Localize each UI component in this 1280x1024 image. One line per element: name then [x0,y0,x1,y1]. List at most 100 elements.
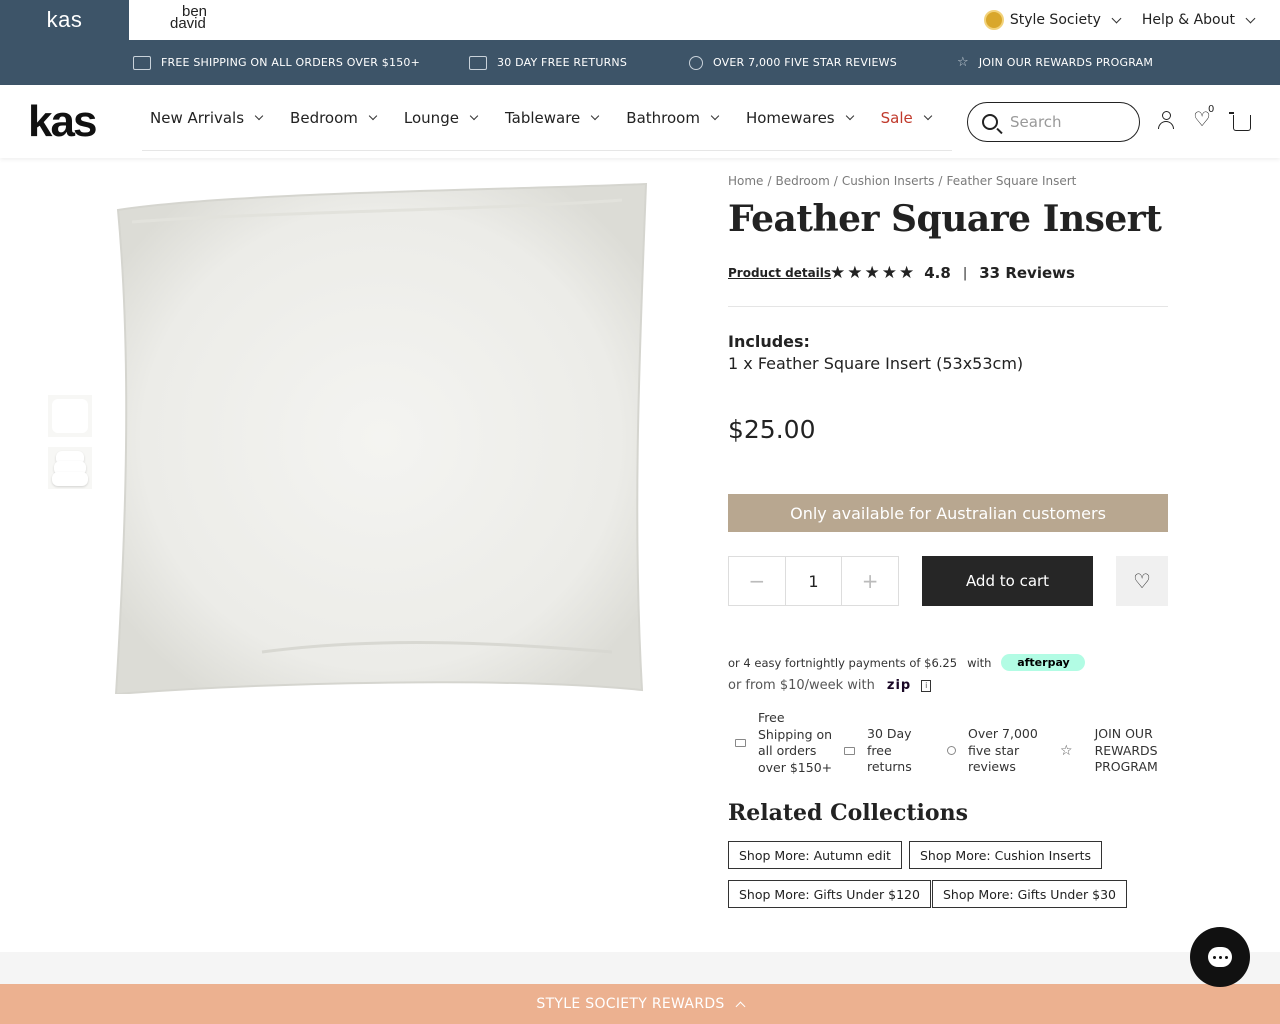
chevron-down-icon [923,111,932,120]
related-tag[interactable]: Shop More: Gifts Under $30 [932,880,1127,908]
zip-text: or from $10/week with [728,678,875,693]
usp-label: JOIN OUR REWARDS PROGRAM [978,56,1154,69]
style-society-rewards-bar[interactable]: STYLE SOCIETY REWARDS [0,984,1280,1024]
box-icon [469,55,487,70]
breadcrumb-separator: / [767,174,772,188]
cart-icon[interactable] [1229,112,1251,131]
chevron-down-icon [1111,13,1122,23]
breadcrumb-home[interactable]: Home [728,174,763,188]
breadcrumb-bedroom[interactable]: Bedroom [775,174,829,188]
related-collections-heading: Related Collections [728,800,968,826]
thumbnail-1[interactable] [48,395,92,437]
afterpay-text: or 4 easy fortnightly payments of $6.25 [728,655,958,670]
reviews-count[interactable]: 33 Reviews [979,264,1075,282]
usp-reviews[interactable]: OVER 7,000 FIVE STAR REVIEWS [689,40,897,85]
usp-free-returns[interactable]: 30 DAY FREE RETURNS [469,40,627,85]
mini-usp-label: Free Shipping on all orders over $150+ [758,710,833,775]
includes-text: 1 x Feather Square Insert (53x53cm) [728,354,1024,373]
nav-homewares[interactable]: Homewares [738,109,861,127]
nav-lounge[interactable]: Lounge [396,109,485,127]
rating-value: 4.8 [924,264,951,282]
product-title: Feather Square Insert [728,198,1162,240]
search-icon[interactable] [982,114,998,130]
star-icon: ★ [847,263,863,283]
footer-strip [0,952,1280,984]
add-to-cart-button[interactable]: Add to cart [922,556,1093,606]
thumbnail-2[interactable] [48,447,92,489]
pillow-image [114,182,648,694]
wishlist-count: 0 [1208,104,1215,115]
nav-label: Lounge [403,108,459,127]
includes-heading: Includes: [728,332,810,351]
breadcrumb-cushion-inserts[interactable]: Cushion Inserts [842,174,935,188]
nav-bedroom[interactable]: Bedroom [282,109,384,127]
mini-usp-shipping: Free Shipping on all orders over $150+ [735,710,835,776]
search-input[interactable] [1010,113,1120,131]
chevron-down-icon [845,111,854,120]
nav-label: Bathroom [626,108,700,127]
chevron-up-icon [735,1001,746,1011]
usp-label: OVER 7,000 FIVE STAR REVIEWS [713,56,897,69]
mini-usp-rewards: ☆ JOIN OUR REWARDS PROGRAM [1060,726,1168,776]
nav-label: Bedroom [290,108,358,127]
afterpay-info: or 4 easy fortnightly payments of $6.25 … [728,654,1086,671]
nav-sale[interactable]: Sale [873,109,939,127]
help-about-link[interactable]: Help & About [1142,12,1256,28]
product-details-link[interactable]: Product details [728,266,831,280]
related-tag[interactable]: Shop More: Autumn edit [728,841,902,869]
usp-rewards[interactable]: ☆ JOIN OUR REWARDS PROGRAM [957,40,1153,85]
afterpay-logo[interactable]: afterpay [1001,654,1086,671]
afterpay-with: with [967,655,992,670]
chevron-down-icon [469,111,479,120]
style-society-link[interactable]: Style Society [983,10,1122,30]
nav-label: New Arrivals [150,108,245,127]
chevron-down-icon [1245,13,1256,23]
add-to-wishlist-button[interactable]: ♡ [1116,556,1168,606]
style-society-badge-icon [983,10,1004,30]
main-nav: New Arrivals Bedroom Lounge Tableware Ba… [142,85,952,151]
rating-separator: | [962,265,968,281]
star-icon: ☆ [957,55,969,70]
nav-label: Homewares [745,108,835,127]
star-icon: ☆ [1060,742,1073,759]
usp-strip: FREE SHIPPING ON ALL ORDERS OVER $150+ 3… [0,40,1280,85]
rating-summary[interactable]: ★ ★ ★ ★ ★ 4.8 | 33 Reviews [830,263,1075,283]
product-main-image[interactable] [112,182,648,694]
star-icon: ★ [864,263,880,283]
kas-logo[interactable]: kas [28,100,97,144]
nav-tableware[interactable]: Tableware [497,109,606,127]
ben-david-brand-tab[interactable]: ben david [170,4,220,34]
related-tag[interactable]: Shop More: Cushion Inserts [909,841,1103,869]
mini-usp-reviews: Over 7,000 five star reviews [947,726,1047,776]
star-icon: ★ [899,263,915,283]
star-icon: ★ [881,263,897,283]
top-utility-links: Style Society Help & About [983,0,1256,40]
info-icon[interactable]: i [921,679,932,692]
nav-new-arrivals[interactable]: New Arrivals [142,109,270,127]
nav-label: Tableware [504,108,581,127]
decrease-quantity-button[interactable]: − [729,557,785,605]
chat-button[interactable] [1190,927,1250,987]
chevron-down-icon [591,111,600,120]
heart-icon: ♡ [1133,569,1151,593]
box-icon [844,746,855,755]
ben-david-logo-line2: david [170,15,206,32]
style-society-label: Style Society [1009,12,1101,28]
quantity-value[interactable]: 1 [784,557,843,605]
nav-bathroom[interactable]: Bathroom [618,109,726,127]
award-icon [947,746,956,756]
increase-quantity-button[interactable]: + [842,557,898,605]
related-tag[interactable]: Shop More: Gifts Under $120 [728,880,931,908]
mini-usp-label: JOIN OUR REWARDS PROGRAM [1094,726,1158,774]
zip-logo[interactable]: zip [887,678,911,693]
breadcrumb: Home / Bedroom / Cushion Inserts / Feath… [728,174,1076,188]
availability-notice: Only available for Australian customers [728,494,1168,532]
kas-brand-tab[interactable]: kas [0,0,129,40]
account-icon[interactable] [1157,111,1175,131]
product-price: $25.00 [728,415,816,444]
chevron-down-icon [368,111,378,120]
breadcrumb-separator: / [938,174,943,188]
usp-free-shipping[interactable]: FREE SHIPPING ON ALL ORDERS OVER $150+ [133,40,420,85]
brand-bar: kas ben david Style Society Help & About [0,0,1280,40]
nav-label: Sale [880,108,913,127]
